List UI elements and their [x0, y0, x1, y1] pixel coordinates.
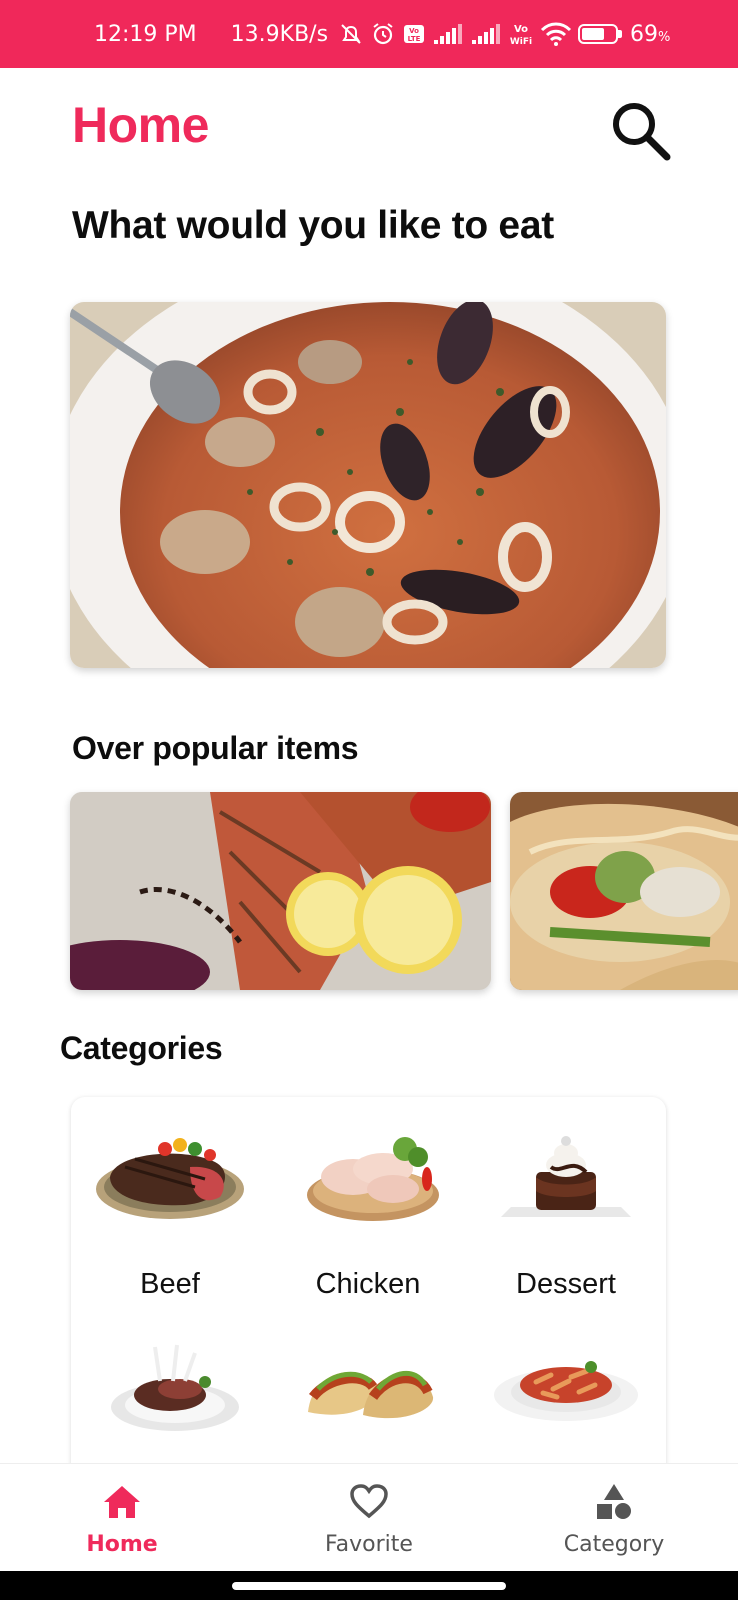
- seafood-soup-image: [70, 302, 666, 668]
- lamb-image: [111, 1344, 239, 1431]
- status-bar: 12:19 PM 13.9KB/s Vo LTE Vo WiFi 69%: [0, 0, 738, 68]
- mute-bell-icon: [341, 24, 361, 44]
- bottom-navigation: Home Favorite Category: [0, 1463, 738, 1571]
- category-item-dessert[interactable]: Dessert: [467, 1127, 665, 1301]
- categories-grid: Beef Chicken Dessert: [71, 1097, 666, 1477]
- battery-icon: [578, 24, 619, 44]
- main-question: What would you like to eat: [72, 204, 554, 247]
- svg-text:Vo: Vo: [409, 27, 419, 35]
- dessert-image: [501, 1136, 631, 1217]
- nav-favorite[interactable]: Favorite: [289, 1482, 449, 1557]
- heart-icon: [350, 1484, 388, 1519]
- nav-label: Category: [563, 1532, 665, 1557]
- nav-label: Home: [86, 1532, 158, 1557]
- network-speed: 13.9KB/s: [230, 21, 329, 47]
- nav-category[interactable]: Category: [534, 1482, 694, 1557]
- category-item-beef[interactable]: Beef: [71, 1127, 269, 1301]
- category-item-pasta[interactable]: [467, 1337, 665, 1442]
- search-button[interactable]: [608, 98, 674, 164]
- tacos-image: [308, 1370, 434, 1419]
- shapes-icon: [597, 1484, 631, 1519]
- nav-home[interactable]: Home: [42, 1482, 202, 1557]
- wifi-icon: [540, 22, 572, 46]
- status-time: 12:19 PM: [94, 21, 197, 47]
- volte-icon: Vo LTE: [404, 25, 425, 43]
- page-title: Home: [72, 97, 209, 153]
- home-gesture-pill[interactable]: [232, 1582, 506, 1590]
- alarm-icon: [373, 23, 393, 45]
- search-icon: [613, 103, 671, 161]
- hero-image[interactable]: [70, 302, 666, 668]
- category-item-chicken[interactable]: Chicken: [269, 1127, 467, 1301]
- chicken-image: [307, 1137, 439, 1221]
- vowifi-icon: Vo WiFi: [510, 24, 532, 47]
- popular-heading: Over popular items: [72, 730, 359, 766]
- fish-taco-image: [510, 792, 738, 990]
- svg-text:LTE: LTE: [408, 35, 421, 43]
- svg-text:Vo: Vo: [514, 24, 528, 35]
- popular-item-card[interactable]: [510, 792, 738, 990]
- popular-item-card[interactable]: [70, 792, 491, 990]
- pasta-image: [494, 1361, 638, 1421]
- battery-percent: 69%: [630, 21, 671, 47]
- status-icons: Vo LTE Vo WiFi: [338, 21, 572, 47]
- category-label: Beef: [140, 1268, 200, 1300]
- home-icon: [104, 1486, 140, 1518]
- category-label: Dessert: [516, 1268, 616, 1300]
- signal-icon-2: [472, 24, 501, 44]
- grilled-salmon-image: [70, 792, 491, 990]
- beef-image: [96, 1138, 244, 1219]
- category-item-lamb[interactable]: [71, 1337, 269, 1442]
- signal-icon: [434, 24, 463, 44]
- svg-text:WiFi: WiFi: [510, 37, 532, 47]
- categories-heading: Categories: [60, 1030, 223, 1066]
- category-item-tacos[interactable]: [269, 1337, 467, 1442]
- battery-indicator: 69%: [578, 22, 670, 47]
- category-label: Chicken: [315, 1268, 421, 1300]
- nav-label: Favorite: [325, 1532, 413, 1557]
